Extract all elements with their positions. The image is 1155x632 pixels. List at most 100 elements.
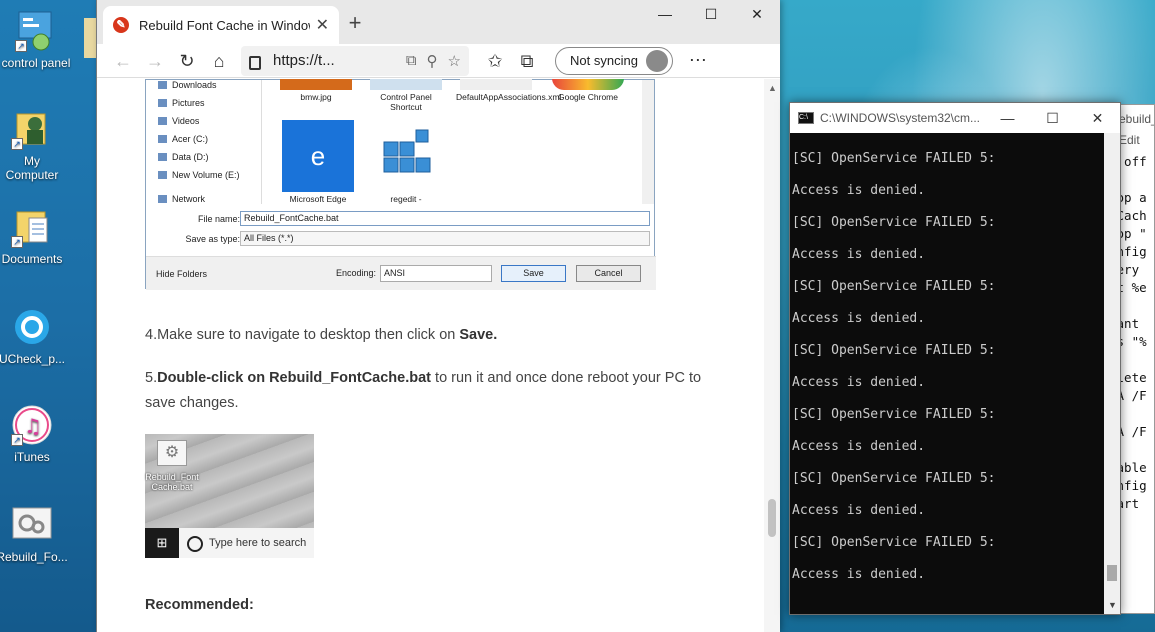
cmd-line: Access is denied. bbox=[792, 375, 926, 390]
nav-item: New Volume (E:) bbox=[146, 166, 261, 184]
thumb-search-text: Type here to search bbox=[183, 528, 306, 558]
cmd-line: [SC] OpenService FAILED 5: bbox=[792, 535, 996, 550]
cmd-window-controls: — ☐ ✕ bbox=[985, 103, 1120, 133]
file-label: regedit - bbox=[390, 194, 422, 204]
close-button[interactable]: ✕ bbox=[734, 0, 780, 30]
scroll-up-icon[interactable]: ▲ bbox=[768, 83, 777, 93]
desktop-icon-ucheck[interactable]: UCheck_p... bbox=[0, 306, 68, 366]
nav-item: Data (D:) bbox=[146, 148, 261, 166]
user-folder-icon: ↗ bbox=[11, 108, 53, 150]
step-4-bold: Save. bbox=[459, 327, 498, 343]
favorites-button[interactable]: ✩ bbox=[479, 46, 511, 76]
cmd-minimize-button[interactable]: — bbox=[985, 103, 1030, 133]
windows-start-icon: ⊞ bbox=[145, 528, 179, 558]
cmd-line: Access is denied. bbox=[792, 567, 926, 582]
cmd-scroll-thumb[interactable] bbox=[1107, 565, 1117, 581]
file-name-field: Rebuild_FontCache.bat bbox=[240, 211, 650, 226]
cmd-line: Access is denied. bbox=[792, 439, 926, 454]
back-button[interactable]: ← bbox=[107, 46, 139, 76]
scroll-down-icon[interactable]: ▼ bbox=[1108, 600, 1117, 610]
recommended-heading: Recommended: bbox=[145, 597, 254, 613]
file-item: regedit - bbox=[366, 120, 446, 204]
forward-button[interactable]: → bbox=[139, 46, 171, 76]
tab-close-icon[interactable]: ✕ bbox=[316, 15, 329, 35]
window-controls: — ☐ ✕ bbox=[642, 0, 780, 30]
maximize-button[interactable]: ☐ bbox=[688, 0, 734, 30]
dialog-save-button: Save bbox=[501, 265, 566, 282]
reader-view-icon[interactable]: ⧉ bbox=[406, 52, 417, 69]
file-item: Google Chrome bbox=[548, 79, 628, 102]
browser-window[interactable]: ✎ Rebuild Font Cache in Windows ✕ + — ☐ … bbox=[96, 0, 780, 632]
refresh-button[interactable]: ↻ bbox=[171, 46, 203, 76]
url-text: https://t... bbox=[273, 52, 335, 69]
save-type-row: Save as type: All Files (*.*) bbox=[146, 230, 656, 248]
page-content: Downloads Pictures Videos Acer (C:) Data… bbox=[97, 79, 765, 632]
desktop-icon-control-panel[interactable]: ↗ control panel bbox=[0, 10, 72, 70]
desktop-icon-label: UCheck_p... bbox=[0, 352, 66, 366]
cmd-line: Access is denied. bbox=[792, 503, 926, 518]
cmd-close-button[interactable]: ✕ bbox=[1075, 103, 1120, 133]
desktop-icon-rebuild[interactable]: Rebuild_Fo... bbox=[0, 504, 68, 564]
desktop-icon-documents[interactable]: ↗ Documents bbox=[0, 206, 68, 266]
file-item: DefaultAppAssociations.xml bbox=[456, 79, 561, 102]
cmd-scrollbar[interactable]: ▼ bbox=[1104, 133, 1120, 614]
zoom-icon[interactable]: ⚲ bbox=[427, 52, 438, 70]
desktop-icon-label: My Computer bbox=[5, 154, 59, 182]
cmd-line: [SC] OpenService FAILED 5: bbox=[792, 215, 996, 230]
ucheck-icon bbox=[11, 306, 53, 348]
batch-file-icon bbox=[11, 504, 53, 546]
control-panel-icon bbox=[370, 79, 442, 90]
file-label: Control Panel Shortcut bbox=[380, 92, 432, 112]
dialog-bottom-bar: Hide Folders Encoding: ANSI Save Cancel bbox=[146, 256, 656, 290]
page-scrollbar[interactable]: ▲ bbox=[764, 79, 780, 632]
minimize-button[interactable]: — bbox=[642, 0, 688, 30]
dialog-nav-pane: Downloads Pictures Videos Acer (C:) Data… bbox=[146, 80, 262, 204]
scroll-thumb[interactable] bbox=[768, 499, 776, 537]
cmd-line: Access is denied. bbox=[792, 183, 926, 198]
cmd-line: [SC] OpenService FAILED 5: bbox=[792, 343, 996, 358]
save-type-field: All Files (*.*) bbox=[240, 231, 650, 246]
browser-tab[interactable]: ✎ Rebuild Font Cache in Windows ✕ bbox=[103, 6, 339, 44]
itunes-icon: ♫ ↗ bbox=[11, 404, 53, 446]
cmd-line: [SC] OpenService FAILED 5: bbox=[792, 151, 996, 166]
desktop-icon-itunes[interactable]: ♫ ↗ iTunes bbox=[0, 404, 68, 464]
browser-toolbar: ← → ↻ ⌂ https://t... ⧉ ⚲ ☆ ✩ ⧉ Not synci… bbox=[97, 44, 780, 78]
desktop-icon-label: iTunes bbox=[14, 450, 50, 464]
address-bar[interactable]: https://t... ⧉ ⚲ ☆ bbox=[241, 45, 469, 76]
dialog-scrollbar bbox=[642, 80, 654, 204]
nav-item: Downloads bbox=[146, 79, 261, 94]
collections-button[interactable]: ⧉ bbox=[511, 46, 543, 76]
documents-folder-icon: ↗ bbox=[11, 206, 53, 248]
file-name-row: File name: Rebuild_FontCache.bat bbox=[146, 210, 656, 228]
save-type-label: Save as type: bbox=[185, 234, 240, 244]
cmd-line: [SC] OpenService FAILED 5: bbox=[792, 471, 996, 486]
image-file-icon bbox=[280, 79, 352, 90]
favorite-star-icon[interactable]: ☆ bbox=[448, 52, 461, 70]
sync-label: Not syncing bbox=[570, 53, 638, 68]
nav-item: Acer (C:) bbox=[146, 130, 261, 148]
folder-icon bbox=[84, 18, 96, 58]
desktop-icon-partial[interactable] bbox=[84, 18, 96, 58]
cmd-output[interactable]: [SC] OpenService FAILED 5: Access is deni… bbox=[790, 133, 1104, 614]
new-tab-button[interactable]: + bbox=[343, 10, 367, 36]
cmd-title: C:\WINDOWS\system32\cm... bbox=[820, 111, 981, 125]
dialog-file-grid: bmw.jpg Control Panel Shortcut DefaultAp… bbox=[266, 79, 646, 204]
step-5-paragraph: 5.Double-click on Rebuild_FontCache.bat … bbox=[145, 366, 705, 416]
sync-button[interactable]: Not syncing bbox=[555, 46, 673, 75]
cmd-titlebar[interactable]: C:\ C:\WINDOWS\system32\cm... — ☐ ✕ bbox=[790, 103, 1120, 133]
regedit-icon bbox=[370, 120, 442, 192]
hide-folders: Hide Folders bbox=[156, 269, 208, 279]
avatar bbox=[645, 49, 668, 72]
cmd-maximize-button[interactable]: ☐ bbox=[1030, 103, 1075, 133]
thumb-taskbar: ⊞ Type here to search bbox=[145, 528, 314, 558]
site-favicon-icon: ✎ bbox=[113, 17, 129, 33]
tab-title: Rebuild Font Cache in Windows bbox=[139, 17, 310, 33]
cmd-window[interactable]: C:\ C:\WINDOWS\system32\cm... — ☐ ✕ [SC]… bbox=[789, 102, 1121, 615]
chrome-icon bbox=[552, 79, 624, 90]
desktop-icon-my-computer[interactable]: ↗ My Computer bbox=[0, 108, 68, 182]
tab-bar: ✎ Rebuild Font Cache in Windows ✕ + — ☐ … bbox=[97, 0, 780, 44]
desktop-screenshot-image: ⚙ Rebuild_Font Cache.bat ⊞ Type here to … bbox=[145, 434, 314, 558]
control-panel-icon: ↗ bbox=[15, 10, 57, 52]
home-button[interactable]: ⌂ bbox=[203, 46, 235, 76]
more-menu-icon[interactable]: ⋯ bbox=[689, 50, 707, 71]
